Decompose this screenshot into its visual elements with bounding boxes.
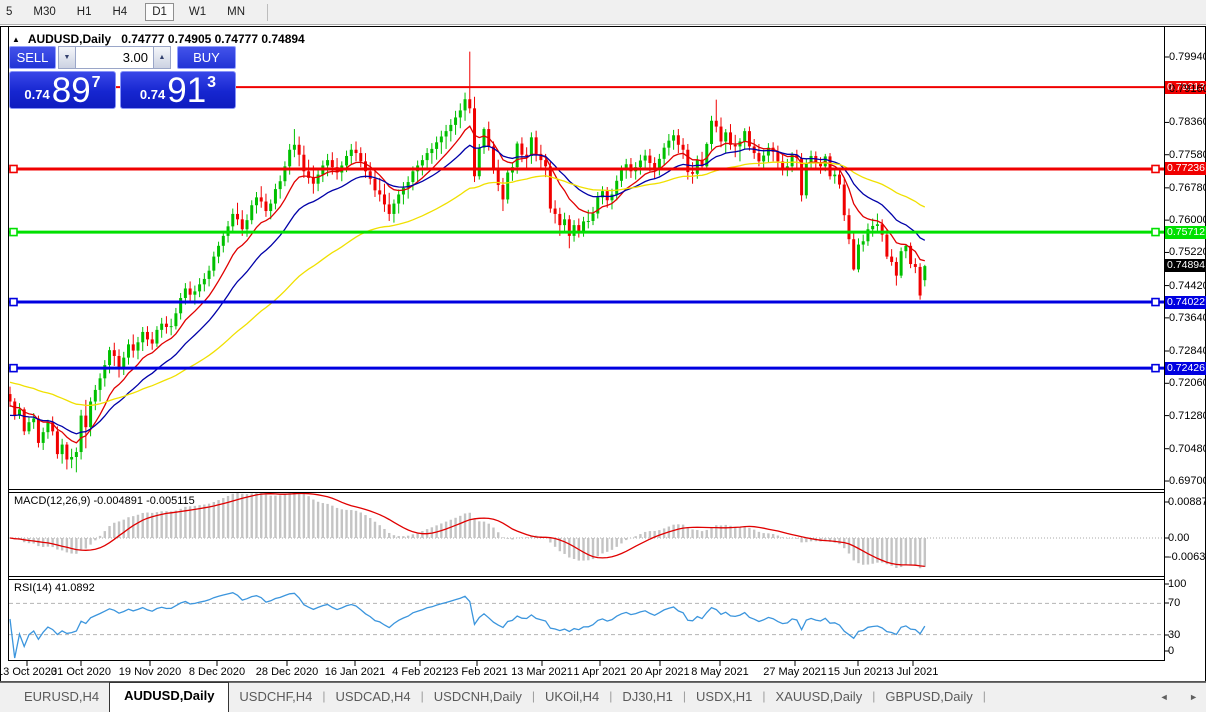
date-axis-tick: 31 Oct 2020: [51, 666, 111, 678]
chart-tab-gbpusd[interactable]: GBPUSD,Daily: [875, 683, 982, 712]
hline-price-label: 0.75712: [1165, 225, 1206, 239]
price-axis-tick: 0.76780: [1169, 181, 1206, 194]
chart-tab-usdcad[interactable]: USDCAD,H4: [326, 683, 421, 712]
tab-separator: |: [982, 689, 986, 703]
price-axis-tick: 0.76000: [1169, 214, 1206, 227]
tab-scroll-controls: ◄ ►: [1142, 692, 1198, 702]
price-axis-tick: 0.79940: [1169, 51, 1206, 63]
volume-up-icon: ▲: [158, 54, 166, 61]
current-price-label: 0.74894: [1165, 259, 1206, 273]
volume-down-button[interactable]: ▼: [59, 47, 76, 68]
sell-price-button[interactable]: 0.74 89 7: [9, 71, 116, 109]
price-axis-tick: 0.72840: [1169, 344, 1206, 357]
price-axis-tick: 0.72060: [1169, 377, 1206, 390]
chart-tab-eurusd[interactable]: EURUSD,H4: [14, 683, 109, 712]
chart-tab-ukoil[interactable]: UKOil,H4: [535, 683, 609, 712]
price-axis-tick: 0.69700: [1169, 475, 1206, 488]
line-handle[interactable]: [1151, 164, 1160, 174]
horizontal-line-0.75712[interactable]: [9, 227, 1164, 237]
hline-price-label: 0.74022: [1165, 295, 1206, 309]
volume-input[interactable]: 3.00: [76, 47, 153, 68]
date-axis-tick: 16 Jan 2021: [324, 666, 386, 678]
rsi-indicator-label: RSI(14) 41.0892: [14, 582, 95, 594]
chart-tab-usdchf[interactable]: USDCHF,H4: [229, 683, 322, 712]
rsi-line: [9, 592, 926, 659]
panel-collapse-icon[interactable]: ▲: [12, 35, 20, 44]
buy-price-big: 91: [167, 71, 207, 110]
line-handle[interactable]: [1151, 297, 1160, 307]
date-axis-tick: 13 Oct 2020: [0, 666, 57, 678]
price-axis-tick: 0.73640: [1169, 311, 1206, 324]
volume-down-icon: ▼: [63, 54, 71, 61]
date-axis-tick: 15 Jun 2021: [827, 666, 889, 678]
price-axis-tick: 0.70480: [1169, 442, 1206, 455]
moving-average-21: [9, 144, 926, 435]
date-axis-tick: 23 Feb 2021: [446, 666, 508, 678]
chart-tab-usdcnh[interactable]: USDCNH,Daily: [424, 683, 532, 712]
price-axis-tick: 0.79160: [1169, 83, 1206, 96]
date-axis-tick: 27 May 2021: [763, 666, 827, 678]
price-axis-tick: 0.77580: [1169, 148, 1206, 161]
price-axis-tick: 0.75220: [1169, 246, 1206, 259]
date-axis-tick: 3 Jul 2021: [887, 666, 939, 678]
tab-scroll-right-icon[interactable]: ►: [1189, 692, 1198, 702]
chart-symbol-period: AUDUSD,Daily: [27, 32, 112, 46]
macd-axis-tick: -0.00632: [1168, 551, 1206, 563]
one-click-trading-panel: SELL ▼ 3.00 ▲ BUY 0.74 89 7 0.74 91 3: [9, 46, 236, 109]
macd-indicator-label: MACD(12,26,9) -0.004891 -0.005115: [14, 495, 195, 507]
chart-tab-dj30[interactable]: DJ30,H1: [612, 683, 683, 712]
chart-ohlc-values: 0.74777 0.74905 0.74777 0.74894: [121, 32, 305, 46]
rsi-axis-tick: 0: [1168, 645, 1175, 657]
rsi-axis-tick: 70: [1168, 597, 1181, 609]
sell-price-pipette: 7: [91, 74, 101, 91]
date-axis-tick: 8 May 2021: [691, 666, 749, 678]
line-handle[interactable]: [9, 363, 18, 373]
date-axis-tick: 28 Dec 2020: [255, 666, 319, 678]
horizontal-line-0.72426[interactable]: [9, 363, 1164, 373]
macd-axis-tick: 0.008871: [1168, 496, 1206, 508]
buy-price-pipette: 3: [207, 74, 217, 91]
sell-price-prefix: 0.74: [24, 87, 50, 102]
rsi-axis-tick: 100: [1168, 578, 1187, 590]
line-handle[interactable]: [1151, 363, 1160, 373]
date-axis-tick: 1 Apr 2021: [573, 666, 627, 678]
date-axis-tick: 13 Mar 2021: [511, 666, 573, 678]
volume-up-button[interactable]: ▲: [153, 47, 170, 68]
date-axis-tick: 4 Feb 2021: [392, 666, 448, 678]
hline-price-label: 0.77236: [1165, 162, 1206, 176]
sell-button[interactable]: SELL: [9, 46, 56, 69]
macd-axis-tick: 0.00: [1168, 532, 1190, 544]
chart-title: ▲ AUDUSD,Daily 0.74777 0.74905 0.74777 0…: [12, 32, 305, 46]
date-axis-tick: 8 Dec 2020: [188, 666, 246, 678]
volume-spinner: ▼ 3.00 ▲: [58, 46, 171, 69]
horizontal-line-0.74022[interactable]: [9, 297, 1164, 307]
chart-tab-audusd[interactable]: AUDUSD,Daily: [109, 682, 230, 712]
line-handle[interactable]: [9, 297, 18, 307]
date-axis-tick: 19 Nov 2020: [118, 666, 182, 678]
line-handle[interactable]: [1151, 227, 1160, 237]
date-axis-tick: 20 Apr 2021: [630, 666, 690, 678]
line-handle[interactable]: [9, 227, 18, 237]
price-axis-tick: 0.71280: [1169, 409, 1206, 422]
horizontal-line-0.77236[interactable]: [9, 164, 1164, 174]
price-axis-tick: 0.78360: [1169, 116, 1206, 129]
chart-tab-xauusd[interactable]: XAUUSD,Daily: [766, 683, 873, 712]
mt4-window: 5 M30 H1 H4 D1 W1 MN 0.79213 0.77236 0.75712 0.74…: [0, 0, 1206, 712]
chart-tab-bar: EURUSD,H4 AUDUSD,Daily USDCHF,H4 | USDCAD,H4…: [0, 682, 1206, 712]
chart-tab-usdx[interactable]: USDX,H1: [686, 683, 762, 712]
candlestick-series: [9, 51, 927, 473]
buy-price-button[interactable]: 0.74 91 3: [120, 71, 236, 109]
rsi-axis-tick: 30: [1168, 629, 1181, 641]
buy-button[interactable]: BUY: [177, 46, 236, 69]
line-handle[interactable]: [9, 164, 18, 174]
price-axis-tick: 0.74420: [1169, 279, 1206, 292]
buy-price-prefix: 0.74: [139, 87, 166, 102]
sell-price-big: 89: [51, 71, 91, 110]
hline-price-label: 0.72426: [1165, 361, 1206, 375]
tab-scroll-left-icon[interactable]: ◄: [1160, 692, 1169, 702]
